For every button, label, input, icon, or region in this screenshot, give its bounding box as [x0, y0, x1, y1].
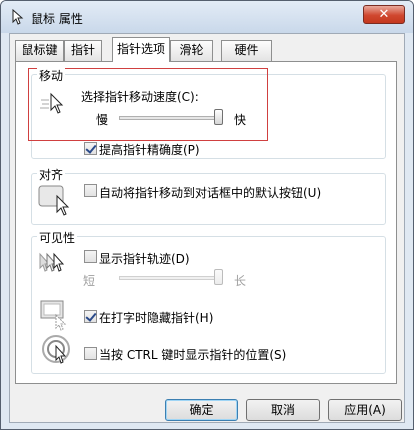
fast-label: 快	[234, 113, 247, 127]
long-label: 长	[234, 274, 247, 288]
precision-label[interactable]: 提高指针精确度(P)	[99, 141, 200, 158]
precision-checkbox[interactable]	[84, 142, 97, 155]
trails-label[interactable]: 显示指针轨迹(D)	[99, 250, 190, 267]
snap-to-default-icon	[38, 185, 70, 216]
snap-group-label: 对齐	[37, 166, 66, 183]
pointer-speed-icon	[40, 92, 64, 114]
motion-group-label: 移动	[37, 67, 66, 84]
speed-slider-thumb[interactable]	[214, 109, 223, 125]
tab-pointer-options[interactable]: 指针选项	[112, 37, 170, 62]
apply-button[interactable]: 应用(A)	[328, 399, 402, 421]
speed-slider-track[interactable]	[119, 116, 223, 120]
tab-buttons[interactable]: 鼠标键	[15, 40, 64, 61]
mouse-properties-window: 鼠标 属性 ✕ 鼠标键 指针 指针选项 滑轮 硬件 移动 选择指针移动速度(C)…	[0, 0, 414, 430]
trails-slider-track[interactable]	[119, 276, 223, 280]
trails-checkbox[interactable]	[84, 250, 97, 263]
ctrl-location-label[interactable]: 当按 CTRL 键时显示指针的位置(S)	[99, 346, 286, 363]
hide-while-typing-icon	[40, 300, 67, 331]
pointer-trails-icon	[39, 252, 65, 272]
close-button[interactable]: ✕	[363, 5, 405, 24]
short-label: 短	[83, 274, 96, 288]
snap-checkbox[interactable]	[84, 184, 97, 197]
title-bar[interactable]: 鼠标 属性 ✕	[1, 1, 413, 33]
visibility-group-label: 可见性	[37, 229, 78, 246]
ok-button[interactable]: 确定	[165, 399, 238, 421]
hide-while-typing-label[interactable]: 在打字时隐藏指针(H)	[99, 309, 213, 326]
trails-slider-thumb[interactable]	[214, 269, 223, 285]
mouse-pointer-icon	[12, 9, 24, 25]
slow-label: 慢	[96, 113, 109, 127]
ctrl-location-checkbox[interactable]	[84, 347, 97, 360]
tab-wheel[interactable]: 滑轮	[170, 40, 213, 61]
tab-hardware[interactable]: 硬件	[221, 40, 272, 61]
hide-while-typing-checkbox[interactable]	[84, 310, 97, 323]
cancel-button[interactable]: 取消	[246, 399, 320, 421]
window-title: 鼠标 属性	[31, 12, 83, 26]
speed-label: 选择指针移动速度(C):	[81, 90, 199, 104]
snap-label[interactable]: 自动将指针移动到对话框中的默认按钮(U)	[99, 184, 321, 201]
show-location-ctrl-icon	[42, 335, 70, 364]
tab-pointers[interactable]: 指针	[64, 40, 102, 61]
